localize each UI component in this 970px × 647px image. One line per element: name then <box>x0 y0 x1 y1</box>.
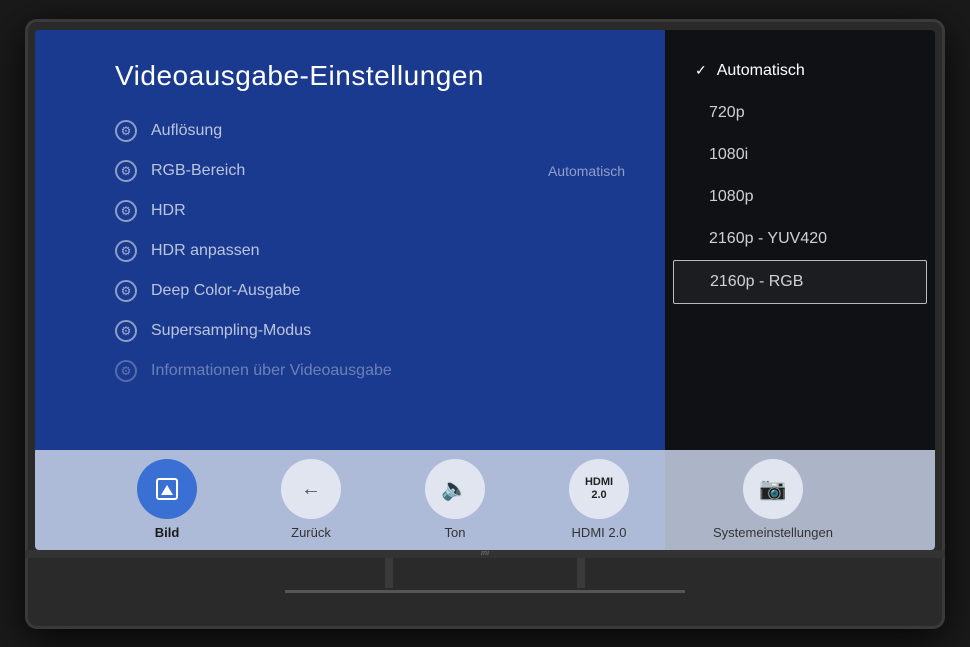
dropdown-label-automatisch: Automatisch <box>717 62 805 80</box>
menu-icon-supersampling <box>115 320 137 342</box>
dropdown-option-2160p-rgb[interactable]: 2160p - RGB <box>673 260 927 304</box>
bottom-icon-zurueck: ← <box>281 459 341 519</box>
dropdown-option-720p[interactable]: 720p <box>665 92 935 134</box>
menu-value-rgb: Automatisch <box>548 163 625 179</box>
dropdown-option-1080i[interactable]: 1080i <box>665 134 935 176</box>
tv-stands <box>385 558 585 588</box>
menu-label-hdr: HDR <box>151 202 186 220</box>
menu-item-aufloesung[interactable]: Auflösung <box>115 120 625 142</box>
menu-icon-aufloesung <box>115 120 137 142</box>
bottom-label-bild: Bild <box>155 525 180 540</box>
menu-item-supersampling[interactable]: Supersampling-Modus <box>115 320 625 342</box>
stand-leg-left <box>385 558 393 588</box>
menu-icon-hdr-anpassen <box>115 240 137 262</box>
dropdown-label-1080i: 1080i <box>709 146 748 164</box>
bottom-label-zurueck: Zurück <box>291 525 331 540</box>
dropdown-option-2160p-yuv420[interactable]: 2160p - YUV420 <box>665 218 935 260</box>
dropdown-label-720p: 720p <box>709 104 745 122</box>
bottom-label-system: Systemeinstellungen <box>713 525 833 540</box>
dropdown-label-2160p-rgb: 2160p - RGB <box>710 273 803 291</box>
hdmi-icon-label: HDMI 2.0 <box>585 476 613 502</box>
bottom-icon-bild <box>137 459 197 519</box>
menu-item-hdr-anpassen[interactable]: HDR anpassen <box>115 240 625 262</box>
bottom-icon-hdmi: HDMI 2.0 <box>569 459 629 519</box>
menu-label-aufloesung: Auflösung <box>151 122 222 140</box>
menu-icon-rgb <box>115 160 137 182</box>
bottom-label-ton: Ton <box>445 525 466 540</box>
bottom-bar: Bild ← Zurück 🔈 Ton HDMI 2.0 <box>35 450 935 550</box>
page-title: Videoausgabe-Einstellungen <box>115 60 625 92</box>
menu-list: Auflösung RGB-Bereich Automatisch HDR HD… <box>115 120 625 382</box>
menu-item-rgb[interactable]: RGB-Bereich Automatisch <box>115 160 625 182</box>
dropdown-label-2160p-yuv420: 2160p - YUV420 <box>709 230 827 248</box>
bottom-item-ton[interactable]: 🔈 Ton <box>425 459 485 540</box>
menu-label-info: Informationen über Videoausgabe <box>151 362 392 380</box>
bottom-item-bild[interactable]: Bild <box>137 459 197 540</box>
tv-bottom-bar: mi <box>25 550 945 558</box>
menu-item-deep-color[interactable]: Deep Color-Ausgabe <box>115 280 625 302</box>
menu-label-supersampling: Supersampling-Modus <box>151 322 311 340</box>
floor-line <box>285 590 685 593</box>
tv-screen: Videoausgabe-Einstellungen Auflösung RGB… <box>35 30 935 550</box>
menu-item-hdr[interactable]: HDR <box>115 200 625 222</box>
menu-label-hdr-anpassen: HDR anpassen <box>151 242 260 260</box>
bottom-item-system[interactable]: 📷 Systemeinstellungen <box>713 459 833 540</box>
stand-leg-right <box>577 558 585 588</box>
bottom-label-hdmi: HDMI 2.0 <box>572 525 627 540</box>
bottom-icon-system: 📷 <box>743 459 803 519</box>
menu-label-rgb: RGB-Bereich <box>151 162 245 180</box>
bottom-item-hdmi[interactable]: HDMI 2.0 HDMI 2.0 <box>569 459 629 540</box>
tv-frame: Videoausgabe-Einstellungen Auflösung RGB… <box>25 19 945 629</box>
dropdown-option-1080p[interactable]: 1080p <box>665 176 935 218</box>
menu-item-info[interactable]: Informationen über Videoausgabe <box>115 360 625 382</box>
menu-label-deep-color: Deep Color-Ausgabe <box>151 282 300 300</box>
menu-icon-deep-color <box>115 280 137 302</box>
dropdown-option-automatisch[interactable]: Automatisch <box>665 50 935 92</box>
menu-icon-hdr <box>115 200 137 222</box>
bottom-item-zurueck[interactable]: ← Zurück <box>281 459 341 540</box>
bottom-icon-ton: 🔈 <box>425 459 485 519</box>
dropdown-label-1080p: 1080p <box>709 188 754 206</box>
menu-icon-info <box>115 360 137 382</box>
mi-text: mi <box>481 550 489 557</box>
mi-logo: mi <box>475 550 495 558</box>
